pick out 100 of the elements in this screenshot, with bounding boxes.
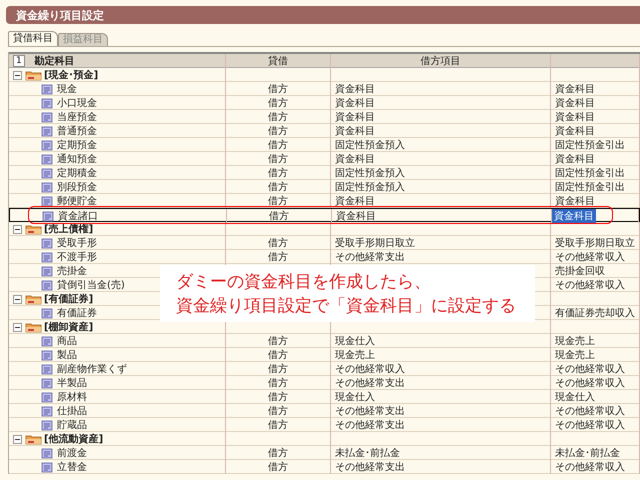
account-name: 半製品 [56, 376, 87, 390]
table-cell-text: 借方 [268, 166, 288, 180]
account-name: 商品 [56, 334, 77, 348]
folder-icon [25, 294, 42, 304]
table-row[interactable]: 資金諸口 借方 資金科目 資金科目 [9, 208, 640, 222]
table-cell-text: その他経常収入 [554, 376, 625, 390]
table-row[interactable]: 不渡手形 借方 その他経常支出 その他経常収入 [9, 250, 640, 264]
table-cell-text: 資金科目 [334, 96, 375, 110]
collapse-icon[interactable] [13, 294, 22, 304]
table-cell-text: 借方 [268, 418, 288, 432]
column-header[interactable]: 借方項目 [331, 54, 551, 68]
group-name[interactable]: [売上債権] [42, 222, 94, 236]
table-cell-text: その他経常収入 [554, 404, 625, 418]
row-number: 1 [13, 55, 25, 67]
table-row[interactable]: 製品 借方 現金売上 現金売上 [9, 348, 640, 362]
table-row[interactable]: 別段預金 借方 固定性預金預入 固定性預金引出 [9, 180, 640, 194]
account-name: 貯蔵品 [56, 418, 87, 432]
table-cell-text: 借方 [268, 390, 288, 404]
table-row[interactable]: 現金 借方 資金科目 資金科目 [9, 82, 640, 96]
table-cell-text: 資金科目 [554, 152, 595, 166]
collapse-icon[interactable] [13, 322, 22, 332]
document-icon [41, 84, 53, 94]
account-name: 立替金 [56, 460, 87, 474]
document-icon [41, 112, 53, 122]
account-name: 定期積金 [56, 166, 97, 180]
table-row[interactable]: 立替金 借方 その他経常支出 その他経常収入 [9, 460, 640, 474]
account-name: 資金諸口 [57, 210, 98, 223]
table-cell-text: 資金科目 [334, 110, 375, 124]
table-cell-text: 現金売上 [554, 348, 595, 362]
document-icon [41, 168, 53, 178]
folder-icon [25, 224, 42, 234]
table-row[interactable]: 当座預金 借方 資金科目 資金科目 [9, 110, 640, 124]
collapse-icon[interactable] [13, 224, 22, 234]
table-row[interactable]: 普通預金 借方 資金科目 資金科目 [9, 124, 640, 138]
folder-icon [25, 322, 42, 332]
table-row[interactable]: 前渡金 借方 未払金･前払金 未払金･前払金 [9, 446, 640, 460]
table-cell-text: 資金科目 [554, 194, 595, 208]
table-cell-text: 資金科目 [335, 210, 376, 223]
table-cell-text: 固定性預金預入 [334, 166, 405, 180]
table-row[interactable]: 受取手形 借方 受取手形期日取立 受取手形期日取立 [9, 236, 640, 250]
account-name: 普通預金 [56, 124, 97, 138]
account-name: 不渡手形 [56, 250, 97, 264]
group-name[interactable]: [棚卸資産] [42, 320, 94, 334]
table-cell-text: 借方 [268, 404, 288, 418]
table-row[interactable]: 仕掛品 借方 その他経常支出 その他経常収入 [9, 404, 640, 418]
document-icon [41, 154, 53, 164]
table-cell-text: 資金科目 [334, 124, 375, 138]
group-name[interactable]: [他流動資産] [42, 432, 104, 446]
document-icon [41, 420, 53, 430]
table-row[interactable]: 副産物作業くず 借方 その他経常収入 その他経常収入 [9, 362, 640, 376]
table-row[interactable]: 小口現金 借方 資金科目 資金科目 [9, 96, 640, 110]
account-name: 有価証券 [56, 306, 97, 320]
group-name[interactable]: [有価証券] [42, 292, 94, 306]
column-header[interactable]: 貸借 [226, 54, 331, 68]
account-name: 副産物作業くず [56, 362, 127, 376]
table-cell-text: 借方 [268, 460, 288, 474]
table-cell-text: 借方 [268, 82, 288, 96]
table-cell-text: 借方 [268, 180, 288, 194]
table-cell-text: 資金科目 [554, 96, 595, 110]
table-row[interactable]: 貯蔵品 借方 その他経常支出 その他経常収入 [9, 418, 640, 432]
table-cell-text: その他経常支出 [334, 404, 405, 418]
document-icon [41, 392, 53, 402]
table-cell-text: その他経常収入 [334, 362, 405, 376]
table-cell-text: 有価証券売却収入 [554, 306, 635, 320]
tab[interactable]: 貸借科目 [8, 31, 58, 46]
table-cell-text: 借方 [268, 194, 288, 208]
document-icon [41, 308, 53, 318]
collapse-icon[interactable] [13, 70, 22, 80]
account-name: 通知預金 [56, 152, 97, 166]
account-name: 原材料 [56, 390, 87, 404]
document-icon [41, 280, 53, 290]
group-name[interactable]: [現金･預金] [42, 68, 98, 82]
table-row[interactable]: 商品 借方 現金仕入 現金売上 [9, 334, 640, 348]
table-cell: 資金科目 [552, 209, 596, 223]
column-header[interactable]: 勘定科目 [24, 54, 75, 68]
table-row[interactable]: 定期預金 借方 固定性預金預入 固定性預金引出 [9, 138, 640, 152]
account-name: 現金 [56, 83, 77, 96]
table-row[interactable]: 通知預金 借方 資金科目 資金科目 [9, 152, 640, 166]
folder-icon [25, 434, 42, 444]
table-row[interactable]: 半製品 借方 その他経常支出 その他経常収入 [9, 376, 640, 390]
table-cell-text: 現金売上 [554, 334, 595, 348]
document-icon [41, 126, 53, 136]
document-icon [41, 238, 53, 248]
document-icon [41, 378, 53, 388]
table-cell-text: 資金科目 [554, 110, 595, 124]
account-name: 郵便貯金 [56, 194, 97, 208]
table-cell-text: 借方 [268, 334, 288, 348]
document-icon [41, 266, 53, 276]
table-cell-text: その他経常支出 [334, 250, 405, 264]
document-icon [41, 252, 53, 262]
table-row[interactable]: 定期積金 借方 固定性預金預入 固定性預金引出 [9, 166, 640, 180]
document-icon [41, 350, 53, 360]
table-row[interactable]: 原材料 借方 現金仕入 現金仕入 [9, 390, 640, 404]
table-row[interactable]: 郵便貯金 借方 資金科目 資金科目 [9, 194, 640, 208]
document-icon [41, 140, 53, 150]
table-cell-text: その他経常支出 [334, 418, 405, 432]
table-cell-text: 現金仕入 [334, 334, 375, 348]
table-cell-text: 借方 [268, 152, 288, 166]
collapse-icon[interactable] [13, 434, 22, 444]
table-cell-text: 固定性預金引出 [554, 138, 625, 152]
